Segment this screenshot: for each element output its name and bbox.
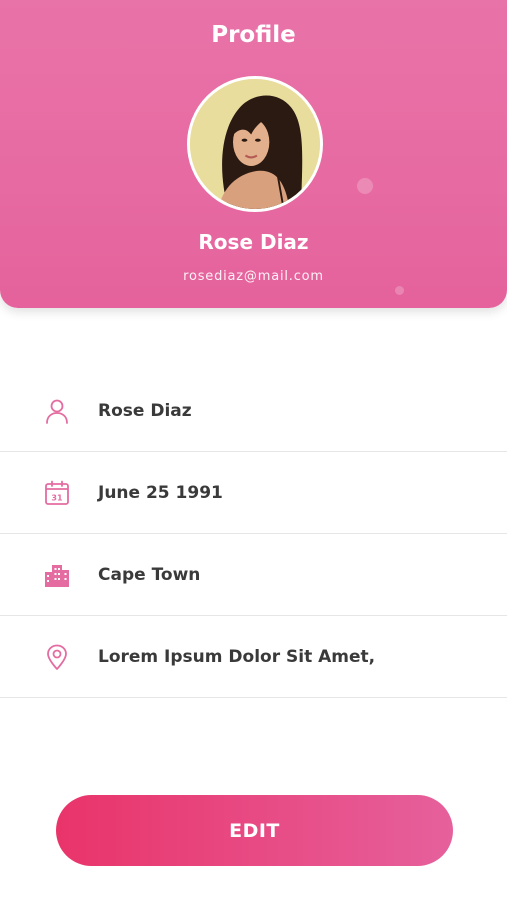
- profile-header: Profile Rose Diaz rosediaz@mail.com: [0, 0, 507, 308]
- detail-row-address[interactable]: Lorem Ipsum Dolor Sit Amet,: [0, 616, 507, 698]
- profile-details-list: Rose Diaz 31 June 25 1991 Cape Town Lore…: [0, 370, 507, 698]
- page-title: Profile: [211, 22, 296, 48]
- location-pin-icon: [42, 642, 72, 672]
- profile-screen: Profile Rose Diaz rosediaz@mail.com Rose…: [0, 0, 507, 900]
- decor-bubble: [357, 178, 373, 194]
- detail-birthday-value: June 25 1991: [98, 482, 223, 503]
- detail-name-value: Rose Diaz: [98, 400, 192, 421]
- detail-row-birthday[interactable]: 31 June 25 1991: [0, 452, 507, 534]
- profile-name: Rose Diaz: [198, 230, 309, 254]
- calendar-day: 31: [51, 493, 63, 502]
- avatar[interactable]: [187, 76, 323, 212]
- detail-city-value: Cape Town: [98, 564, 201, 585]
- avatar-photo: [190, 79, 320, 209]
- edit-button[interactable]: EDIT: [56, 795, 453, 866]
- detail-row-city[interactable]: Cape Town: [0, 534, 507, 616]
- decor-bubble: [395, 286, 404, 295]
- profile-email: rosediaz@mail.com: [183, 269, 324, 284]
- detail-row-name[interactable]: Rose Diaz: [0, 370, 507, 452]
- detail-address-value: Lorem Ipsum Dolor Sit Amet,: [98, 646, 376, 667]
- city-icon: [42, 560, 72, 590]
- person-icon: [42, 396, 72, 426]
- calendar-icon: 31: [42, 478, 72, 508]
